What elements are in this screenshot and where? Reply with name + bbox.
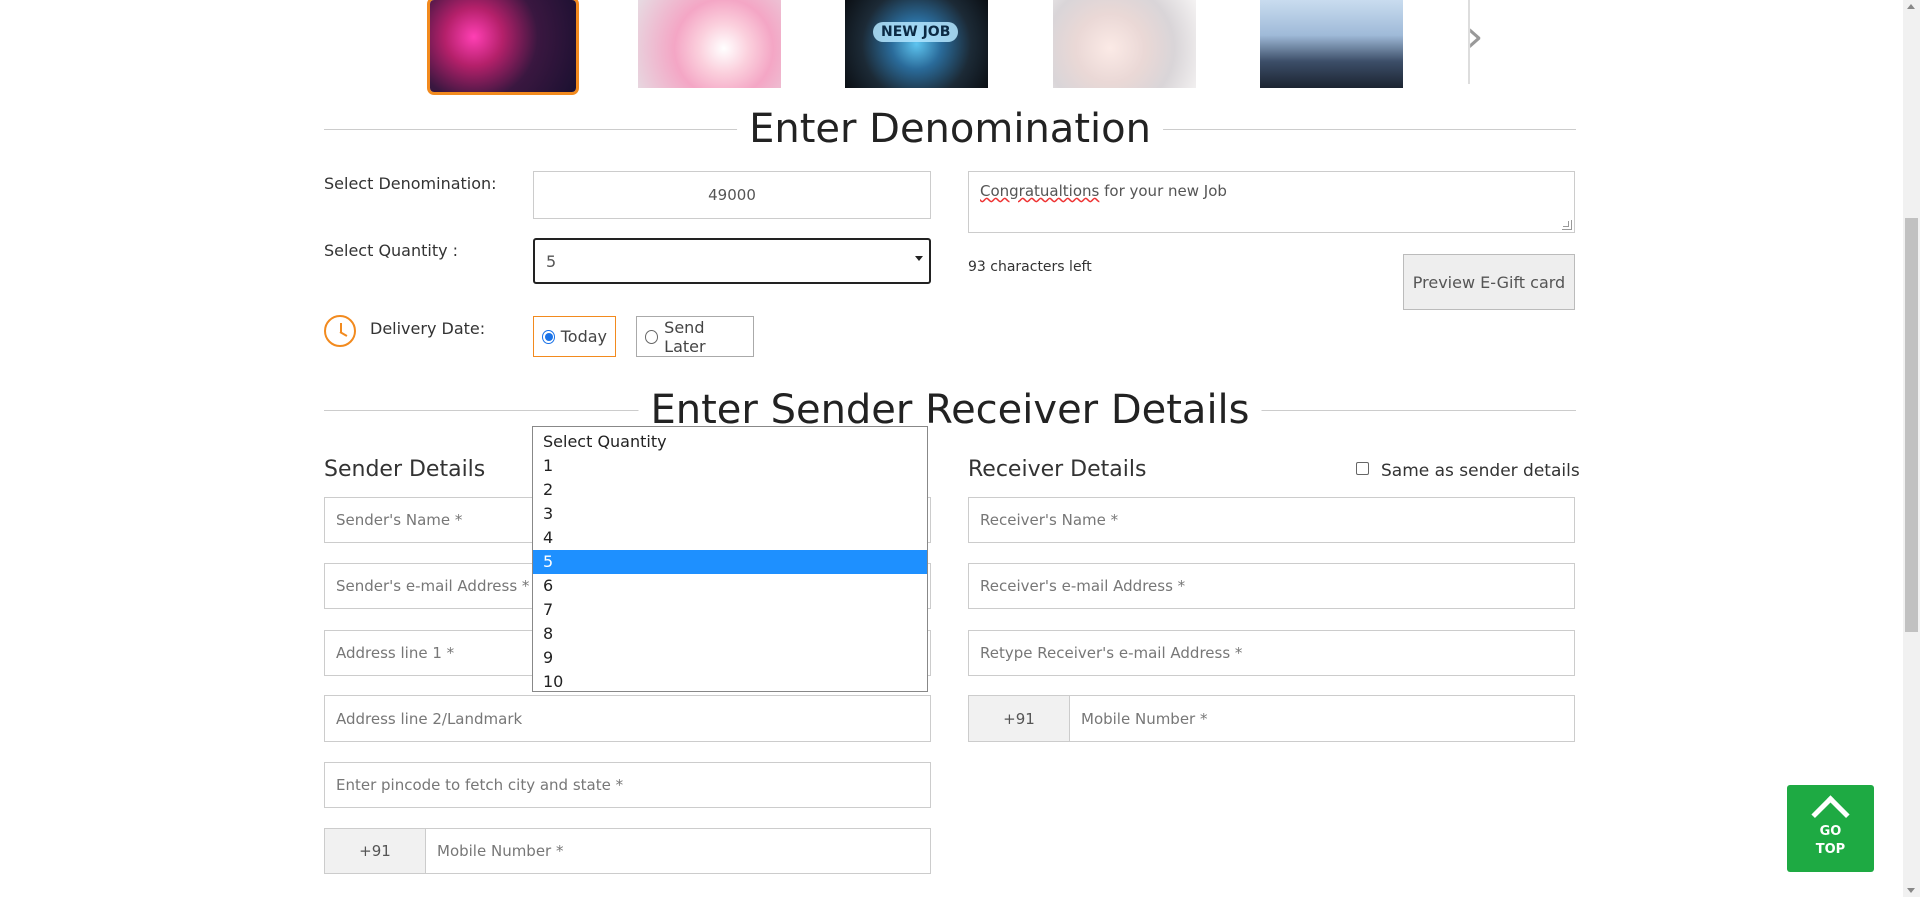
preview-egift-button[interactable]: Preview E-Gift card (1403, 254, 1575, 310)
occasion-carousel: NEW JOB › (427, 0, 1484, 95)
message-misspelled-word: Congratualtions (980, 182, 1100, 200)
radio-checked-icon[interactable] (542, 329, 555, 344)
quantity-option[interactable]: 7 (533, 598, 927, 622)
receiver-country-code: +91 (968, 695, 1070, 742)
scroll-up-icon[interactable] (1907, 4, 1915, 9)
quantity-option[interactable]: 9 (533, 646, 927, 670)
delivery-date-label: Delivery Date: (370, 319, 486, 338)
sender-country-code: +91 (324, 828, 426, 874)
quantity-option[interactable]: 5 (533, 550, 927, 574)
sender-mobile-input[interactable]: Mobile Number * (425, 828, 931, 874)
go-top-button[interactable]: GO TOP (1787, 785, 1874, 872)
scroll-down-icon[interactable] (1907, 888, 1915, 893)
receiver-mobile-input[interactable]: Mobile Number * (1069, 695, 1575, 742)
carousel-thumb-party[interactable] (427, 0, 579, 95)
quantity-option[interactable]: 10 (533, 670, 927, 694)
carousel-thumb-new-job[interactable]: NEW JOB (845, 0, 988, 88)
quantity-option[interactable]: 6 (533, 574, 927, 598)
quantity-label: Select Quantity : (324, 241, 459, 260)
address-line2-input[interactable]: Address line 2/Landmark (324, 695, 931, 742)
denomination-input[interactable]: 49000 (533, 171, 931, 219)
denomination-section-heading: Enter Denomination (324, 104, 1576, 154)
quantity-option[interactable]: 8 (533, 622, 927, 646)
same-as-sender-label: Same as sender details (1381, 461, 1580, 481)
scrollbar-thumb[interactable] (1905, 218, 1918, 632)
receiver-email-input[interactable]: Receiver's e-mail Address * (968, 563, 1575, 609)
go-top-line1: GO (1819, 824, 1842, 839)
clock-icon (324, 315, 356, 347)
details-section-heading: Enter Sender Receiver Details (324, 385, 1576, 435)
denomination-label: Select Denomination: (324, 174, 497, 193)
carousel-thumb-newborn[interactable] (1053, 0, 1196, 88)
chevron-right-icon[interactable]: › (1466, 12, 1506, 62)
carousel-thumb-graduation[interactable] (1260, 0, 1403, 88)
quantity-option[interactable]: 4 (533, 526, 927, 550)
quantity-option[interactable]: 3 (533, 502, 927, 526)
caret-down-icon (915, 256, 923, 261)
delivery-today-option[interactable]: Today (533, 316, 616, 357)
new-job-label: NEW JOB (873, 22, 959, 42)
receiver-details-heading: Receiver Details (968, 457, 1147, 482)
section-title: Enter Denomination (737, 104, 1163, 154)
delivery-later-label: Send Later (664, 317, 706, 356)
quantity-select[interactable]: 5 (533, 238, 931, 284)
message-textarea[interactable]: Congratualtions for your new Job (968, 171, 1575, 233)
carousel-thumb-baby-shower[interactable] (638, 0, 781, 88)
same-as-sender-checkbox[interactable] (1356, 462, 1369, 475)
quantity-dropdown-list[interactable]: Select Quantity 1 2 3 4 5 6 7 8 9 10 (532, 426, 928, 692)
pincode-input[interactable]: Enter pincode to fetch city and state * (324, 762, 931, 808)
quantity-option[interactable]: 1 (533, 454, 927, 478)
delivery-today-label: Today (560, 327, 607, 346)
page-scrollbar[interactable] (1903, 0, 1920, 897)
retype-receiver-email-input[interactable]: Retype Receiver's e-mail Address * (968, 630, 1575, 676)
sender-details-heading: Sender Details (324, 457, 486, 482)
characters-left: 93 characters left (968, 259, 1092, 275)
radio-unchecked-icon[interactable] (645, 329, 659, 344)
message-text: for your new Job (1099, 182, 1227, 200)
quantity-option[interactable]: 2 (533, 478, 927, 502)
delivery-later-option[interactable]: Send Later (636, 316, 754, 357)
go-top-line2: TOP (1815, 842, 1846, 857)
quantity-select-value: 5 (546, 251, 557, 271)
quantity-option[interactable]: Select Quantity (533, 430, 927, 454)
resize-handle-icon[interactable] (1562, 220, 1572, 230)
receiver-name-input[interactable]: Receiver's Name * (968, 497, 1575, 543)
